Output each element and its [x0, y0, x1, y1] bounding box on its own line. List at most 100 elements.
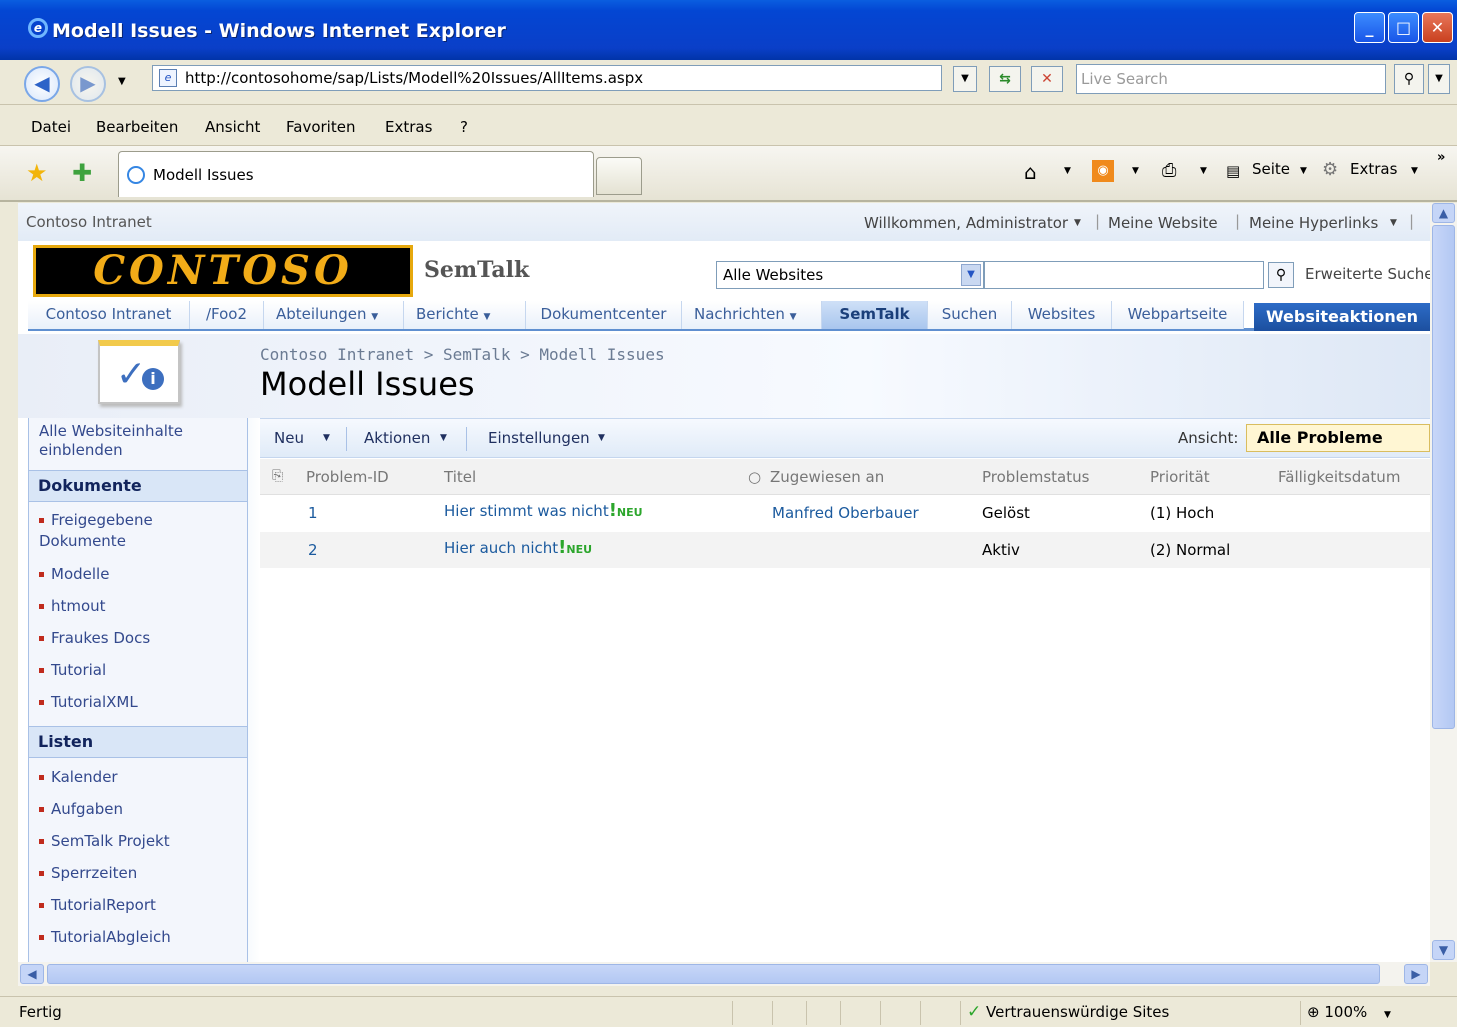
- my-links-menu[interactable]: Meine Hyperlinks: [1249, 214, 1378, 232]
- quicklaunch-item[interactable]: TutorialAbgleich: [39, 927, 239, 948]
- chevron-down-icon[interactable]: ▼: [440, 433, 447, 443]
- issue-title-link[interactable]: Hier stimmt was nicht: [444, 502, 609, 520]
- close-button[interactable]: ✕: [1422, 12, 1453, 43]
- quicklaunch-item[interactable]: Modelle: [39, 564, 239, 585]
- home-dropdown-icon[interactable]: ▼: [1064, 166, 1071, 176]
- security-zone[interactable]: ✓ Vertrauenswürdige Sites: [960, 1001, 1300, 1025]
- stop-button[interactable]: ✕: [1031, 66, 1063, 92]
- quicklaunch-item[interactable]: TutorialReport: [39, 895, 239, 916]
- topnav-berichte[interactable]: Berichte ▼: [404, 301, 526, 329]
- my-site-link[interactable]: Meine Website: [1108, 214, 1218, 232]
- column-header-assigned-to[interactable]: Zugewiesen an: [770, 468, 884, 486]
- page-menu-icon[interactable]: ▤: [1226, 162, 1240, 180]
- quicklaunch-item[interactable]: Tutorial: [39, 660, 239, 681]
- back-button[interactable]: ◀: [24, 66, 60, 102]
- column-header-problem-id[interactable]: Problem-ID: [306, 468, 389, 486]
- actions-menu[interactable]: Aktionen: [364, 429, 430, 447]
- welcome-menu[interactable]: Willkommen, Administrator: [864, 214, 1068, 232]
- menu-bearbeiten[interactable]: Bearbeiten: [96, 118, 178, 136]
- settings-menu[interactable]: Einstellungen: [488, 429, 590, 447]
- live-search-input[interactable]: Live Search: [1076, 64, 1386, 94]
- add-favorite-icon[interactable]: ✚: [72, 159, 92, 187]
- my-links-dropdown-icon[interactable]: ▼: [1390, 218, 1397, 228]
- quicklaunch-item[interactable]: Sperrzeiten: [39, 863, 239, 884]
- chevron-down-icon[interactable]: ▼: [961, 264, 981, 286]
- history-dropdown-icon[interactable]: ▼: [118, 76, 126, 87]
- scroll-right-icon[interactable]: ▶: [1404, 964, 1428, 984]
- problem-id[interactable]: 2: [308, 541, 318, 559]
- column-header-due-date[interactable]: Fälligkeitsdatum: [1278, 468, 1400, 486]
- topnav-webpartseite[interactable]: Webpartseite: [1112, 301, 1244, 329]
- view-all-site-content-link[interactable]: Alle Websiteinhalte einblenden: [39, 422, 239, 460]
- menu-datei[interactable]: Datei: [31, 118, 71, 136]
- new-menu[interactable]: Neu: [274, 429, 304, 447]
- topnav-nachrichten[interactable]: Nachrichten ▼: [682, 301, 822, 329]
- column-header-title[interactable]: Titel: [444, 468, 476, 486]
- assigned-to-link[interactable]: Manfred Oberbauer: [772, 504, 919, 522]
- tab-modell-issues[interactable]: Modell Issues: [118, 151, 594, 197]
- favorites-star-icon[interactable]: ★: [26, 159, 48, 187]
- menu-ansicht[interactable]: Ansicht: [205, 118, 260, 136]
- issue-title-link[interactable]: Hier auch nicht: [444, 539, 558, 557]
- search-options-icon[interactable]: ▼: [1428, 64, 1450, 94]
- zoom-control[interactable]: ⊕ 100% ▼: [1300, 1001, 1440, 1025]
- page-menu-label[interactable]: Seite: [1252, 160, 1290, 178]
- minimize-button[interactable]: _: [1354, 12, 1385, 43]
- quicklaunch-header-documents[interactable]: Dokumente: [29, 470, 247, 502]
- forward-button[interactable]: ▶: [70, 66, 106, 102]
- advanced-search-link[interactable]: Erweiterte Suche: [1305, 265, 1430, 283]
- tools-menu-label[interactable]: Extras: [1350, 160, 1397, 178]
- table-row[interactable]: 1 Hier stimmt was nicht!NEU Manfred Ober…: [260, 495, 1430, 531]
- search-icon[interactable]: ⚲: [1268, 262, 1294, 288]
- chevron-down-icon[interactable]: ▼: [323, 433, 330, 443]
- breadcrumb[interactable]: Contoso Intranet > SemTalk > Modell Issu…: [260, 345, 665, 364]
- url-dropdown-button[interactable]: ▼: [953, 66, 977, 92]
- topnav-contoso-intranet[interactable]: Contoso Intranet: [28, 301, 190, 329]
- quicklaunch-item[interactable]: Kalender: [39, 767, 239, 788]
- menu-help[interactable]: ?: [460, 118, 468, 136]
- quicklaunch-item[interactable]: Aufgaben: [39, 799, 239, 820]
- problem-id[interactable]: 1: [308, 504, 318, 522]
- rss-dropdown-icon[interactable]: ▼: [1132, 166, 1139, 176]
- print-icon[interactable]: ⎙: [1162, 160, 1176, 181]
- menu-favoriten[interactable]: Favoriten: [286, 118, 355, 136]
- quicklaunch-item[interactable]: TutorialXML: [39, 692, 239, 713]
- column-header-status[interactable]: Problemstatus: [982, 468, 1089, 486]
- print-dropdown-icon[interactable]: ▼: [1200, 166, 1207, 176]
- home-icon[interactable]: ⌂: [1024, 160, 1037, 184]
- attachment-icon[interactable]: ⎘: [272, 468, 283, 484]
- site-actions-menu[interactable]: Websiteaktionen: [1254, 303, 1430, 331]
- scroll-up-icon[interactable]: ▲: [1432, 203, 1455, 223]
- horizontal-scrollbar[interactable]: ◀ ▶: [18, 962, 1430, 986]
- column-header-priority[interactable]: Priorität: [1150, 468, 1210, 486]
- table-row[interactable]: 2 Hier auch nicht!NEU Aktiv (2) Normal: [260, 532, 1430, 568]
- vertical-scrollbar[interactable]: ▲ ▼: [1430, 203, 1457, 962]
- topnav-semtalk[interactable]: SemTalk: [822, 301, 928, 329]
- quicklaunch-item[interactable]: Freigegebene Dokumente: [39, 510, 239, 552]
- quicklaunch-item[interactable]: Fraukes Docs: [39, 628, 239, 649]
- topnav-websites[interactable]: Websites: [1012, 301, 1112, 329]
- page-menu-dropdown-icon[interactable]: ▼: [1300, 166, 1307, 176]
- topnav-dokumentcenter[interactable]: Dokumentcenter: [526, 301, 682, 329]
- chevron-down-icon[interactable]: ▼: [598, 433, 605, 443]
- menu-extras[interactable]: Extras: [385, 118, 432, 136]
- topnav-foo2[interactable]: /Foo2: [190, 301, 264, 329]
- view-selector[interactable]: Alle Probleme: [1246, 424, 1430, 452]
- scroll-left-icon[interactable]: ◀: [20, 964, 44, 984]
- site-search-input[interactable]: [984, 261, 1264, 289]
- maximize-button[interactable]: □: [1388, 12, 1419, 43]
- refresh-button[interactable]: ⇆: [989, 66, 1021, 92]
- quicklaunch-item[interactable]: SemTalk Projekt: [39, 831, 239, 852]
- topnav-abteilungen[interactable]: Abteilungen ▼: [264, 301, 404, 329]
- chevron-right-icon[interactable]: »: [1437, 150, 1445, 165]
- vertical-scroll-thumb[interactable]: [1432, 225, 1455, 729]
- contoso-logo[interactable]: CONTOSO: [33, 245, 413, 297]
- scroll-down-icon[interactable]: ▼: [1432, 940, 1455, 960]
- url-field[interactable]: e http://contosohome/sap/Lists/Modell%20…: [152, 65, 942, 91]
- tools-dropdown-icon[interactable]: ▼: [1411, 166, 1418, 176]
- topnav-suchen[interactable]: Suchen: [928, 301, 1012, 329]
- quicklaunch-item[interactable]: htmout: [39, 596, 239, 617]
- horizontal-scroll-thumb[interactable]: [47, 964, 1380, 984]
- new-tab-button[interactable]: [596, 157, 642, 195]
- rss-feed-icon[interactable]: ◉: [1092, 160, 1114, 182]
